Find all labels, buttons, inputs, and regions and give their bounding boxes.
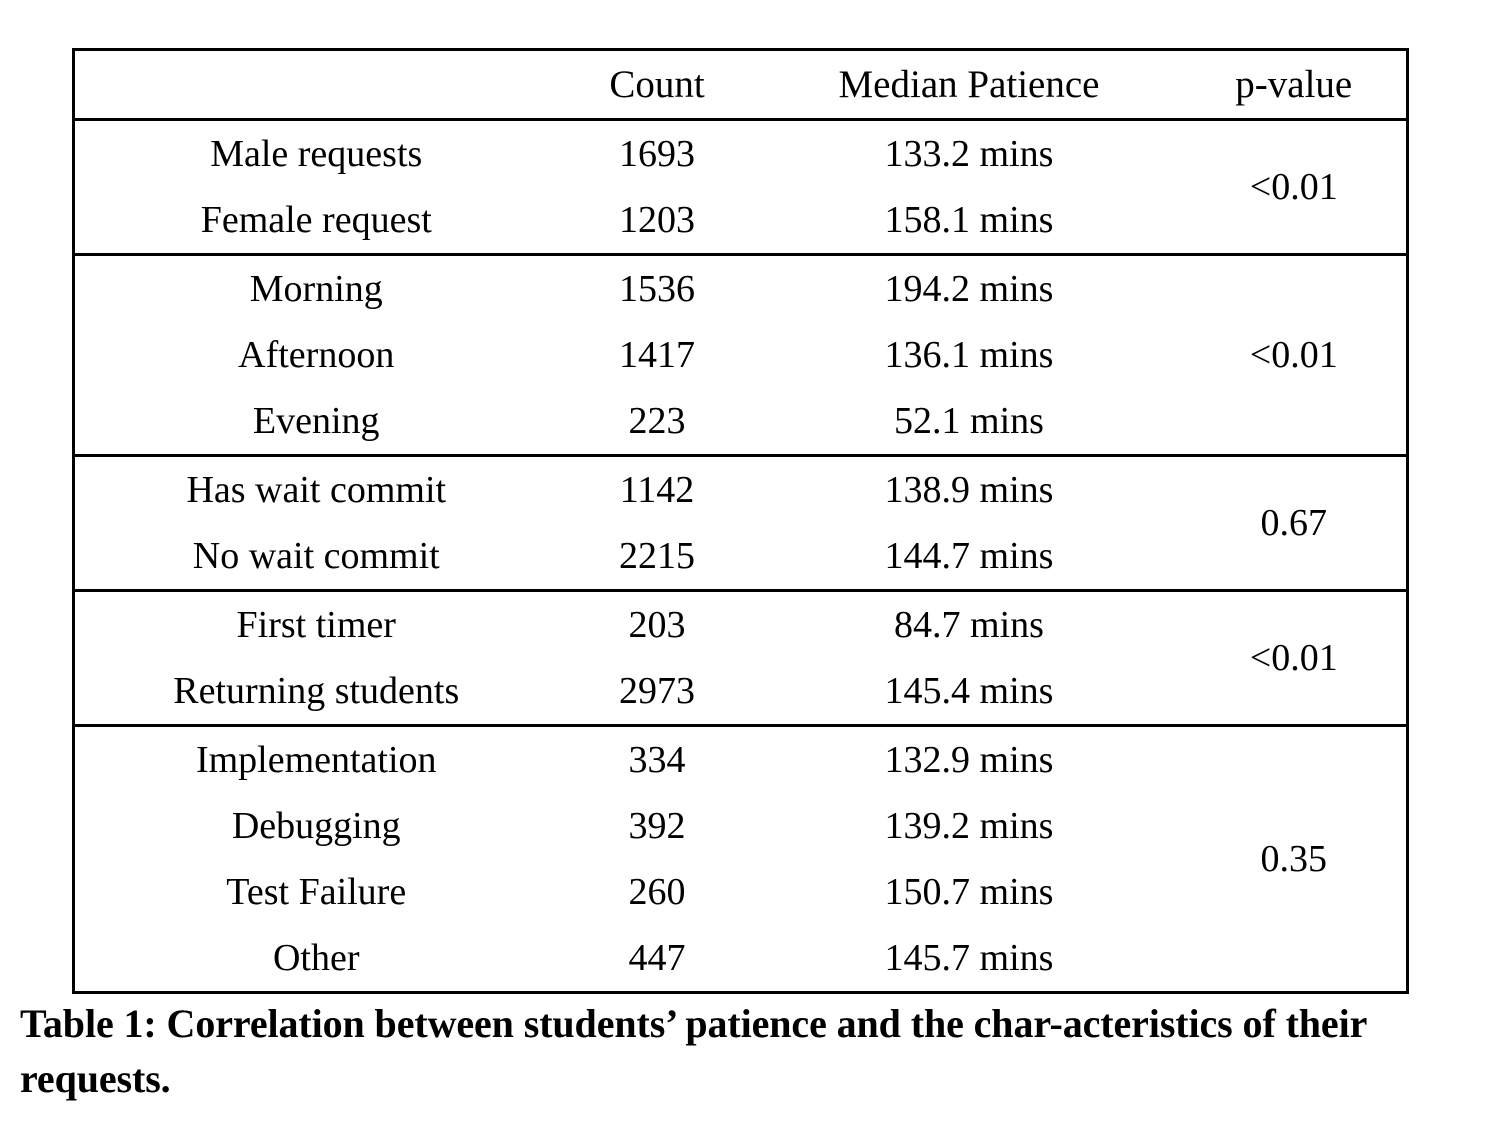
cell-label: Returning students: [73, 658, 558, 726]
cell-count: 2973: [557, 658, 757, 726]
cell-median-patience: 84.7 mins: [756, 589, 1182, 658]
cell-count: 223: [557, 388, 757, 456]
cell-count: 1203: [557, 187, 757, 255]
cell-count: 334: [557, 724, 757, 793]
cell-label: Test Failure: [73, 859, 558, 925]
cell-label: Evening: [73, 388, 558, 456]
cell-median-patience: 138.9 mins: [756, 454, 1182, 523]
cell-p-value: <0.01: [1181, 253, 1408, 456]
cell-median-patience: 194.2 mins: [756, 253, 1182, 322]
cell-count: 1693: [557, 119, 757, 187]
cell-median-patience: 139.2 mins: [756, 793, 1182, 859]
table-row: Implementation 334 132.9 mins 0.35: [73, 724, 1408, 993]
cell-count: 1142: [557, 454, 757, 523]
table-container: Count Median Patience p-value Male reque…: [72, 48, 1409, 994]
cell-p-value: <0.01: [1181, 589, 1408, 726]
cell-label: Morning: [73, 253, 558, 322]
cell-median-patience: 132.9 mins: [756, 724, 1182, 793]
cell-median-patience: 136.1 mins: [756, 322, 1182, 388]
cell-median-patience: 150.7 mins: [756, 859, 1182, 925]
cell-median-patience: 133.2 mins: [756, 119, 1182, 187]
table-caption: Table 1: Correlation between students’ p…: [20, 1001, 1367, 1102]
cell-median-patience: 158.1 mins: [756, 187, 1182, 255]
cell-median-patience: 145.7 mins: [756, 925, 1182, 993]
cell-count: 447: [557, 925, 757, 993]
cell-p-value: <0.01: [1181, 119, 1408, 255]
column-header-label: [73, 49, 558, 121]
cell-median-patience: 52.1 mins: [756, 388, 1182, 456]
table-row: First timer 203 84.7 mins <0.01: [73, 589, 1408, 726]
cell-label: No wait commit: [73, 523, 558, 591]
page-root: Count Median Patience p-value Male reque…: [0, 0, 1508, 1128]
table-body: Male requests 1693 133.2 mins <0.01 Female r…: [73, 119, 1408, 993]
cell-label: Female request: [73, 187, 558, 255]
cell-label: First timer: [73, 589, 558, 658]
header-row: Count Median Patience p-value: [73, 49, 1408, 121]
table-header: Count Median Patience p-value: [73, 49, 1408, 121]
correlation-table: Count Median Patience p-value Male reque…: [72, 48, 1409, 994]
cell-count: 260: [557, 859, 757, 925]
column-header-pvalue: p-value: [1181, 49, 1408, 121]
cell-label: Afternoon: [73, 322, 558, 388]
cell-label: Implementation: [73, 724, 558, 793]
cell-count: 203: [557, 589, 757, 658]
cell-label: Debugging: [73, 793, 558, 859]
table-row: Male requests 1693 133.2 mins <0.01: [73, 119, 1408, 255]
column-header-median: Median Patience: [756, 49, 1182, 121]
table-row: Morning 1536 194.2 mins <0.01: [73, 253, 1408, 456]
cell-label: Has wait commit: [73, 454, 558, 523]
cell-count: 392: [557, 793, 757, 859]
cell-count: 1417: [557, 322, 757, 388]
cell-count: 1536: [557, 253, 757, 322]
cell-median-patience: 145.4 mins: [756, 658, 1182, 726]
cell-p-value: 0.35: [1181, 724, 1408, 993]
table-row: Has wait commit 1142 138.9 mins 0.67: [73, 454, 1408, 591]
cell-label: Other: [73, 925, 558, 993]
cell-label: Male requests: [73, 119, 558, 187]
cell-count: 2215: [557, 523, 757, 591]
column-header-count: Count: [557, 49, 757, 121]
cell-p-value: 0.67: [1181, 454, 1408, 591]
cell-median-patience: 144.7 mins: [756, 523, 1182, 591]
